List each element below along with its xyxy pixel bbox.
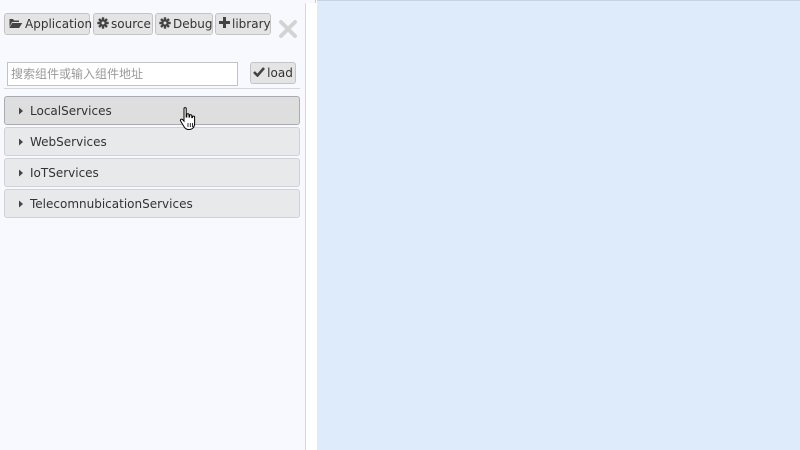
category-local-services[interactable]: LocalServices	[4, 96, 300, 125]
design-canvas[interactable]	[317, 0, 800, 450]
check-icon	[253, 66, 266, 80]
plus-icon	[219, 17, 230, 31]
category-telecommunication-services[interactable]: TelecomnubicationServices	[4, 189, 300, 218]
debug-button[interactable]: Debug	[155, 13, 213, 35]
category-iot-services[interactable]: IoTServices	[4, 158, 300, 187]
debug-label: Debug	[173, 17, 213, 31]
source-button[interactable]: source	[93, 13, 153, 35]
component-category-tree: LocalServices WebServices IoTServices Te…	[4, 88, 300, 218]
close-icon[interactable]	[277, 18, 299, 40]
source-label: source	[111, 17, 151, 31]
library-button[interactable]: library	[215, 13, 271, 35]
application-label: Application	[25, 17, 93, 31]
category-label: LocalServices	[30, 103, 112, 118]
load-button[interactable]: load	[250, 62, 296, 84]
caret-right-icon	[19, 169, 23, 176]
load-label: load	[267, 66, 293, 80]
category-label: WebServices	[30, 134, 107, 149]
panel-resize-edge[interactable]	[305, 3, 317, 450]
application-button[interactable]: Application	[4, 13, 93, 35]
caret-right-icon	[19, 107, 23, 114]
library-label: library	[232, 17, 271, 31]
category-label: IoTServices	[30, 165, 99, 180]
category-web-services[interactable]: WebServices	[4, 127, 300, 156]
caret-right-icon	[19, 138, 23, 145]
category-label: TelecomnubicationServices	[30, 196, 193, 211]
gear-icon	[97, 16, 109, 32]
component-panel: Application source Debug library l	[0, 0, 317, 450]
folder-open-icon	[8, 17, 23, 32]
caret-right-icon	[19, 200, 23, 207]
component-search-input[interactable]	[7, 62, 238, 86]
gear-icon	[159, 16, 171, 32]
